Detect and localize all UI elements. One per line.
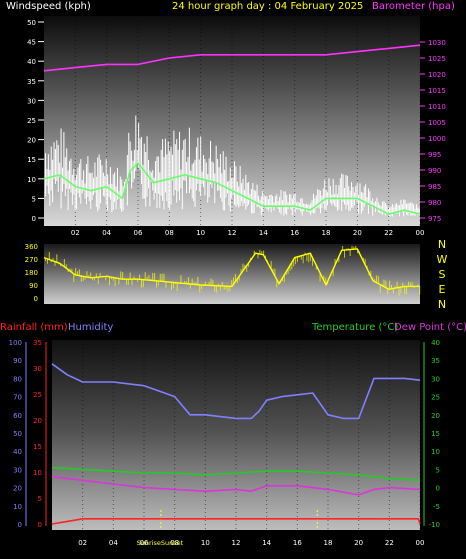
temperature-axis-label: Temperature (°C)	[311, 322, 398, 333]
barometer-y-tick-label: 1025	[428, 55, 446, 63]
temperature-y-tick-label: 20	[431, 412, 440, 420]
wind-y-tick-label: 45	[27, 39, 36, 47]
wind-x-tick-label: 10	[196, 229, 205, 237]
wind-x-tick-label: 00	[416, 229, 425, 237]
wind-y-tick-label: 10	[27, 176, 36, 184]
direction-y-tick-label: 270	[25, 256, 38, 264]
wind-y-tick-label: 50	[27, 19, 36, 27]
compass-label: N	[438, 298, 446, 311]
wind-x-tick-label: 16	[290, 229, 299, 237]
dewpoint-axis-label: Dew Point (°C)	[394, 322, 466, 333]
humidity-y-tick-label: 20	[13, 485, 22, 493]
compass-label: E	[439, 283, 446, 296]
wind-y-tick-label: 5	[32, 195, 36, 203]
temperature-y-tick-label: 30	[431, 375, 440, 383]
temp-x-tick-label: 04	[109, 539, 118, 547]
temperature-y-tick-label: 10	[431, 448, 440, 456]
temperature-y-tick-label: 35	[431, 357, 440, 365]
barometer-y-tick-label: 980	[428, 199, 441, 207]
temp-x-tick-label: 14	[262, 539, 271, 547]
humidity-y-tick-label: 40	[13, 448, 22, 456]
temperature-y-tick-label: -10	[429, 521, 440, 529]
wind-x-tick-label: 20	[353, 229, 362, 237]
temp-x-tick-label: 20	[354, 539, 363, 547]
temperature-y-tick-label: 25	[431, 394, 440, 402]
graph-title: 24 hour graph day : 04 February 2025	[172, 1, 363, 12]
temp-x-tick-label: 16	[293, 539, 302, 547]
temperature-y-tick-label: -5	[433, 503, 440, 511]
humidity-y-tick-label: 90	[13, 357, 22, 365]
wind-x-tick-label: 14	[259, 229, 268, 237]
barometer-axis-label: Barometer (hpa)	[372, 1, 455, 12]
weather-graph: Windspeed (kph) 24 hour graph day : 04 F…	[0, 0, 466, 555]
wind-y-tick-label: 40	[27, 58, 36, 66]
barometer-y-tick-label: 985	[428, 183, 441, 191]
rain-y-tick-label: 35	[33, 339, 42, 347]
humidity-y-tick-label: 30	[13, 466, 22, 474]
rain-y-tick-label: 25	[33, 391, 42, 399]
humidity-y-tick-label: 50	[13, 430, 22, 438]
wind-y-tick-label: 20	[27, 137, 36, 145]
wind-x-tick-label: 18	[322, 229, 331, 237]
compass-label: W	[437, 253, 448, 266]
wind-y-tick-label: 25	[27, 117, 36, 125]
humidity-y-tick-label: 80	[13, 375, 22, 383]
sunset-label: Sunset	[161, 539, 184, 547]
wind-y-tick-label: 0	[32, 215, 36, 223]
temp-x-tick-label: 18	[324, 539, 333, 547]
direction-y-tick-label: 90	[29, 282, 38, 290]
temperature-y-tick-label: 0	[436, 485, 440, 493]
temp-x-tick-label: 02	[78, 539, 87, 547]
compass-label: N	[438, 238, 446, 251]
wind-y-tick-label: 35	[27, 78, 36, 86]
compass-label: S	[439, 268, 446, 281]
rain-y-tick-label: 0	[38, 521, 42, 529]
wind-x-tick-label: 08	[165, 229, 174, 237]
barometer-y-tick-label: 1005	[428, 119, 446, 127]
barometer-y-tick-label: 990	[428, 167, 441, 175]
humidity-axis-label: Humidity	[68, 322, 113, 333]
humidity-y-tick-label: 10	[13, 503, 22, 511]
wind-x-tick-label: 06	[134, 229, 143, 237]
barometer-y-tick-label: 1010	[428, 103, 446, 111]
humidity-y-tick-label: 0	[18, 521, 22, 529]
direction-y-tick-label: 180	[25, 269, 38, 277]
temp-x-tick-label: 12	[232, 539, 241, 547]
barometer-y-tick-label: 1015	[428, 87, 446, 95]
sunrise-label: Sunrise	[137, 539, 161, 547]
chart-canvas: Windspeed (kph) 24 hour graph day : 04 F…	[0, 1, 466, 547]
barometer-y-tick-label: 1030	[428, 39, 446, 47]
temp-x-tick-label: 10	[201, 539, 210, 547]
temperature-y-tick-label: 40	[431, 339, 440, 347]
temp-x-tick-label: 22	[385, 539, 394, 547]
humidity-y-tick-label: 70	[13, 394, 22, 402]
rain-y-tick-label: 20	[33, 417, 42, 425]
barometer-y-tick-label: 995	[428, 151, 441, 159]
direction-y-tick-label: 0	[34, 295, 38, 303]
barometer-y-tick-label: 1000	[428, 135, 446, 143]
rain-y-tick-label: 5	[38, 495, 42, 503]
barometer-y-tick-label: 1020	[428, 71, 446, 79]
humidity-y-tick-label: 60	[13, 412, 22, 420]
wind-x-tick-label: 12	[228, 229, 237, 237]
humidity-y-tick-label: 100	[9, 339, 22, 347]
rain-y-tick-label: 15	[33, 443, 42, 451]
wind-y-tick-label: 30	[27, 97, 36, 105]
rain-y-tick-label: 30	[33, 365, 42, 373]
temperature-y-tick-label: 15	[431, 430, 440, 438]
direction-y-tick-label: 360	[25, 243, 38, 251]
windspeed-axis-label: Windspeed (kph)	[6, 1, 91, 12]
wind-x-tick-label: 04	[102, 229, 111, 237]
wind-x-tick-label: 22	[384, 229, 393, 237]
temperature-y-tick-label: 5	[436, 466, 440, 474]
wind-x-tick-label: 02	[71, 229, 80, 237]
wind-y-tick-label: 15	[27, 156, 36, 164]
rainfall-axis-label: Rainfall (mm)	[0, 322, 68, 333]
temp-x-tick-label: 00	[416, 539, 425, 547]
rain-y-tick-label: 10	[33, 469, 42, 477]
barometer-y-tick-label: 975	[428, 215, 441, 223]
